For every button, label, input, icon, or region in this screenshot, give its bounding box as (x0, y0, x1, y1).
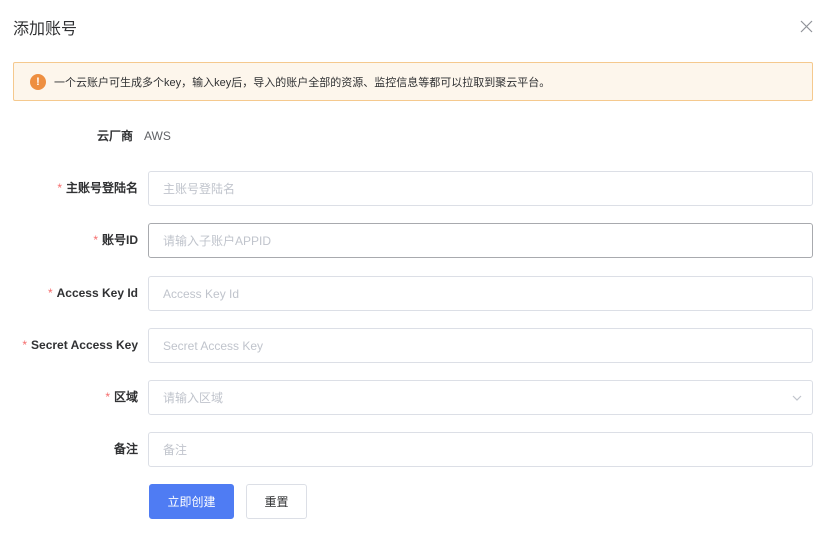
form-row-account-id: * 账号ID (0, 223, 830, 258)
secret-access-key-label: * Secret Access Key (22, 338, 138, 352)
access-key-id-label: * Access Key Id (47, 286, 138, 300)
info-alert: ! 一个云账户可生成多个key，输入key后，导入的账户全部的资源、监控信息等都… (13, 62, 813, 101)
alert-text: 一个云账户可生成多个key，输入key后，导入的账户全部的资源、监控信息等都可以… (54, 76, 551, 89)
form-row-secret-access-key: * Secret Access Key (0, 328, 830, 363)
form-row-remark: 备注 (0, 432, 830, 467)
region-input[interactable] (148, 380, 813, 415)
account-id-input[interactable] (148, 223, 813, 258)
master-account-input[interactable] (148, 171, 813, 206)
access-key-id-input[interactable] (148, 276, 813, 311)
form-row-master-account: * 主账号登陆名 (0, 171, 830, 206)
secret-access-key-input[interactable] (148, 328, 813, 363)
warning-circle-icon: ! (30, 73, 46, 90)
form-row-region: * 区域 (0, 380, 830, 415)
required-mark: * (105, 390, 110, 404)
close-icon (800, 20, 812, 32)
add-account-dialog: 添加账号 ! 一个云账户可生成多个key，输入key后，导入的账户全部的资源、监… (0, 0, 830, 543)
vendor-value: AWS (144, 129, 171, 143)
vendor-label: 云厂商 (96, 129, 133, 143)
form-row-access-key-id: * Access Key Id (0, 276, 830, 311)
region-label: * 区域 (105, 390, 138, 404)
master-account-label: * 主账号登陆名 (57, 181, 138, 195)
account-id-label: * 账号ID (93, 233, 138, 247)
dialog-header: 添加账号 (0, 0, 830, 52)
remark-label: 备注 (113, 442, 138, 456)
required-mark: * (47, 286, 53, 300)
required-mark: * (22, 338, 28, 352)
required-mark: * (57, 181, 62, 195)
remark-input[interactable] (148, 432, 813, 467)
required-mark: * (93, 233, 98, 247)
create-button[interactable]: 立即创建 (149, 484, 234, 519)
close-button[interactable] (796, 16, 816, 36)
reset-button[interactable]: 重置 (246, 484, 307, 519)
form-row-vendor: 云厂商 AWS (0, 119, 830, 154)
region-select[interactable] (148, 380, 813, 415)
dialog-title: 添加账号 (13, 21, 78, 38)
chevron-down-icon (792, 395, 802, 401)
